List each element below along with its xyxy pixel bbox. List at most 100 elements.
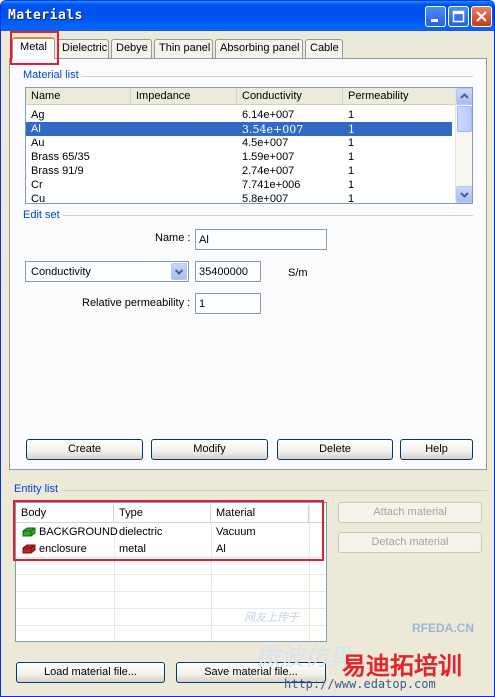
watermark-url: http://www.edatop.com: [284, 677, 436, 691]
chevron-down-icon: [460, 192, 469, 198]
material-list[interactable]: Name Impedance Conductivity Permeability…: [25, 87, 473, 204]
grid-line: [211, 503, 212, 641]
entity-body: BACKGROUND: [39, 526, 118, 538]
material-permeability: 1: [348, 137, 355, 149]
material-list-scrollbar[interactable]: [455, 88, 472, 203]
material-row-al[interactable]: Al 3.54e+007 1: [26, 122, 452, 136]
watermark-site: RFEDA.CN: [412, 621, 474, 635]
watermark-chinese: 微波仿真: [256, 643, 352, 671]
tab-label: Thin panel: [159, 42, 211, 54]
entity-list-title: Entity list: [14, 483, 59, 495]
material-name: Cr: [31, 179, 43, 191]
minimize-button[interactable]: [425, 6, 446, 27]
material-permeability: 1: [348, 151, 355, 163]
maximize-button[interactable]: [448, 6, 469, 27]
scroll-thumb[interactable]: [457, 106, 472, 132]
relative-permeability-label: Relative permeability :: [82, 297, 191, 309]
load-material-file-button[interactable]: Load material file...: [16, 662, 165, 683]
entity-material: Al: [216, 543, 226, 555]
create-button[interactable]: Create: [26, 439, 143, 460]
scroll-up-button[interactable]: [456, 88, 472, 105]
material-conductivity: 6.14e+007: [242, 109, 295, 121]
grid-line: [114, 503, 115, 641]
material-list-header: Name Impedance Conductivity Permeability: [26, 88, 456, 105]
chevron-down-icon: [174, 269, 184, 275]
delete-button[interactable]: Delete: [277, 439, 393, 460]
name-field[interactable]: Al: [195, 229, 327, 250]
material-list-divider: [25, 76, 473, 77]
material-conductivity: 2.74e+007: [242, 165, 295, 177]
column-header-type[interactable]: Type: [114, 505, 211, 522]
close-window-button[interactable]: [471, 6, 492, 27]
help-button[interactable]: Help: [400, 439, 473, 460]
grid-line: [16, 574, 326, 575]
property-select[interactable]: Conductivity: [25, 261, 189, 282]
tab-label: Absorbing panel: [220, 42, 300, 54]
entity-row-background[interactable]: BACKGROUND dielectric Vacuum: [16, 525, 326, 541]
entity-type: dielectric: [119, 526, 163, 538]
material-row-ag[interactable]: Ag 6.14e+007 1: [26, 108, 456, 122]
window-title: Materials: [8, 8, 83, 23]
property-unit: S/m: [288, 267, 308, 279]
tab-thin-panel[interactable]: Thin panel: [154, 39, 213, 58]
relative-permeability-field[interactable]: 1: [195, 293, 261, 314]
edit-set-title: Edit set: [23, 209, 63, 221]
column-header-name[interactable]: Name: [26, 88, 131, 105]
material-name: Cu: [31, 193, 46, 204]
minimize-icon: [431, 19, 438, 22]
tab-label: Dielectric: [62, 42, 108, 54]
tab-label: Debye: [116, 42, 148, 54]
detach-material-button[interactable]: Detach material: [338, 532, 482, 553]
modify-button[interactable]: Modify: [151, 439, 268, 460]
material-permeability: 1: [348, 109, 355, 121]
entity-material: Vacuum: [216, 526, 256, 538]
name-label: Name :: [155, 232, 191, 244]
material-row-au[interactable]: Au 4.5e+007 1: [26, 136, 456, 150]
tab-label: Metal: [20, 41, 47, 53]
material-name: Brass 91/9: [31, 165, 84, 177]
tab-metal[interactable]: Metal: [12, 37, 55, 59]
property-select-dropdown-button[interactable]: [171, 263, 187, 280]
material-conductivity: 5.8e+007: [242, 193, 289, 204]
material-name: Au: [31, 137, 45, 149]
material-conductivity: 1.59e+007: [242, 151, 295, 163]
watermark-faint-text: 网友上传于: [244, 611, 299, 624]
column-header-conductivity[interactable]: Conductivity: [237, 88, 343, 105]
material-permeability: 1: [348, 123, 355, 136]
scroll-down-button[interactable]: [456, 186, 472, 203]
header-divider: [16, 522, 326, 523]
material-permeability: 1: [348, 179, 355, 191]
material-conductivity: 4.5e+007: [242, 137, 289, 149]
attach-material-button[interactable]: Attach material: [338, 502, 482, 523]
title-bar[interactable]: Materials: [1, 1, 494, 31]
column-header-permeability[interactable]: Permeability: [343, 88, 456, 105]
material-row-cu[interactable]: Cu 5.8e+007 1: [26, 192, 456, 204]
maximize-icon: [452, 10, 465, 23]
chevron-up-icon: [460, 93, 469, 99]
material-row-brass-91-9[interactable]: Brass 91/9 2.74e+007 1: [26, 164, 456, 178]
material-name: Al: [31, 123, 41, 135]
grid-line: [16, 625, 326, 626]
tab-cable[interactable]: Cable: [305, 39, 343, 58]
close-icon: [476, 11, 487, 22]
tab-absorbing-panel[interactable]: Absorbing panel: [215, 39, 303, 58]
edit-set-divider: [25, 215, 473, 216]
material-permeability: 1: [348, 193, 355, 204]
material-conductivity: 3.54e+007: [242, 123, 304, 136]
grid-line: [309, 503, 310, 641]
property-select-value: Conductivity: [31, 266, 91, 278]
watermark-brand: 易迪拓培训: [342, 652, 462, 680]
materials-window: Materials Metal Dielectric Debye Thin pa…: [0, 0, 495, 697]
entity-type: metal: [119, 543, 146, 555]
column-header-material[interactable]: Material: [211, 505, 309, 522]
property-value-field[interactable]: 35400000: [195, 261, 261, 282]
material-row-cr[interactable]: Cr 7.741e+006 1: [26, 178, 456, 192]
column-header-impedance[interactable]: Impedance: [131, 88, 237, 105]
entity-list-divider: [63, 490, 487, 491]
tab-dielectric[interactable]: Dielectric: [57, 39, 109, 58]
tab-debye[interactable]: Debye: [111, 39, 152, 58]
material-row-brass-65-35[interactable]: Brass 65/35 1.59e+007 1: [26, 150, 456, 164]
material-list-title: Material list: [23, 69, 82, 81]
entity-row-enclosure[interactable]: enclosure metal Al: [16, 542, 326, 558]
column-header-body[interactable]: Body: [16, 505, 114, 522]
